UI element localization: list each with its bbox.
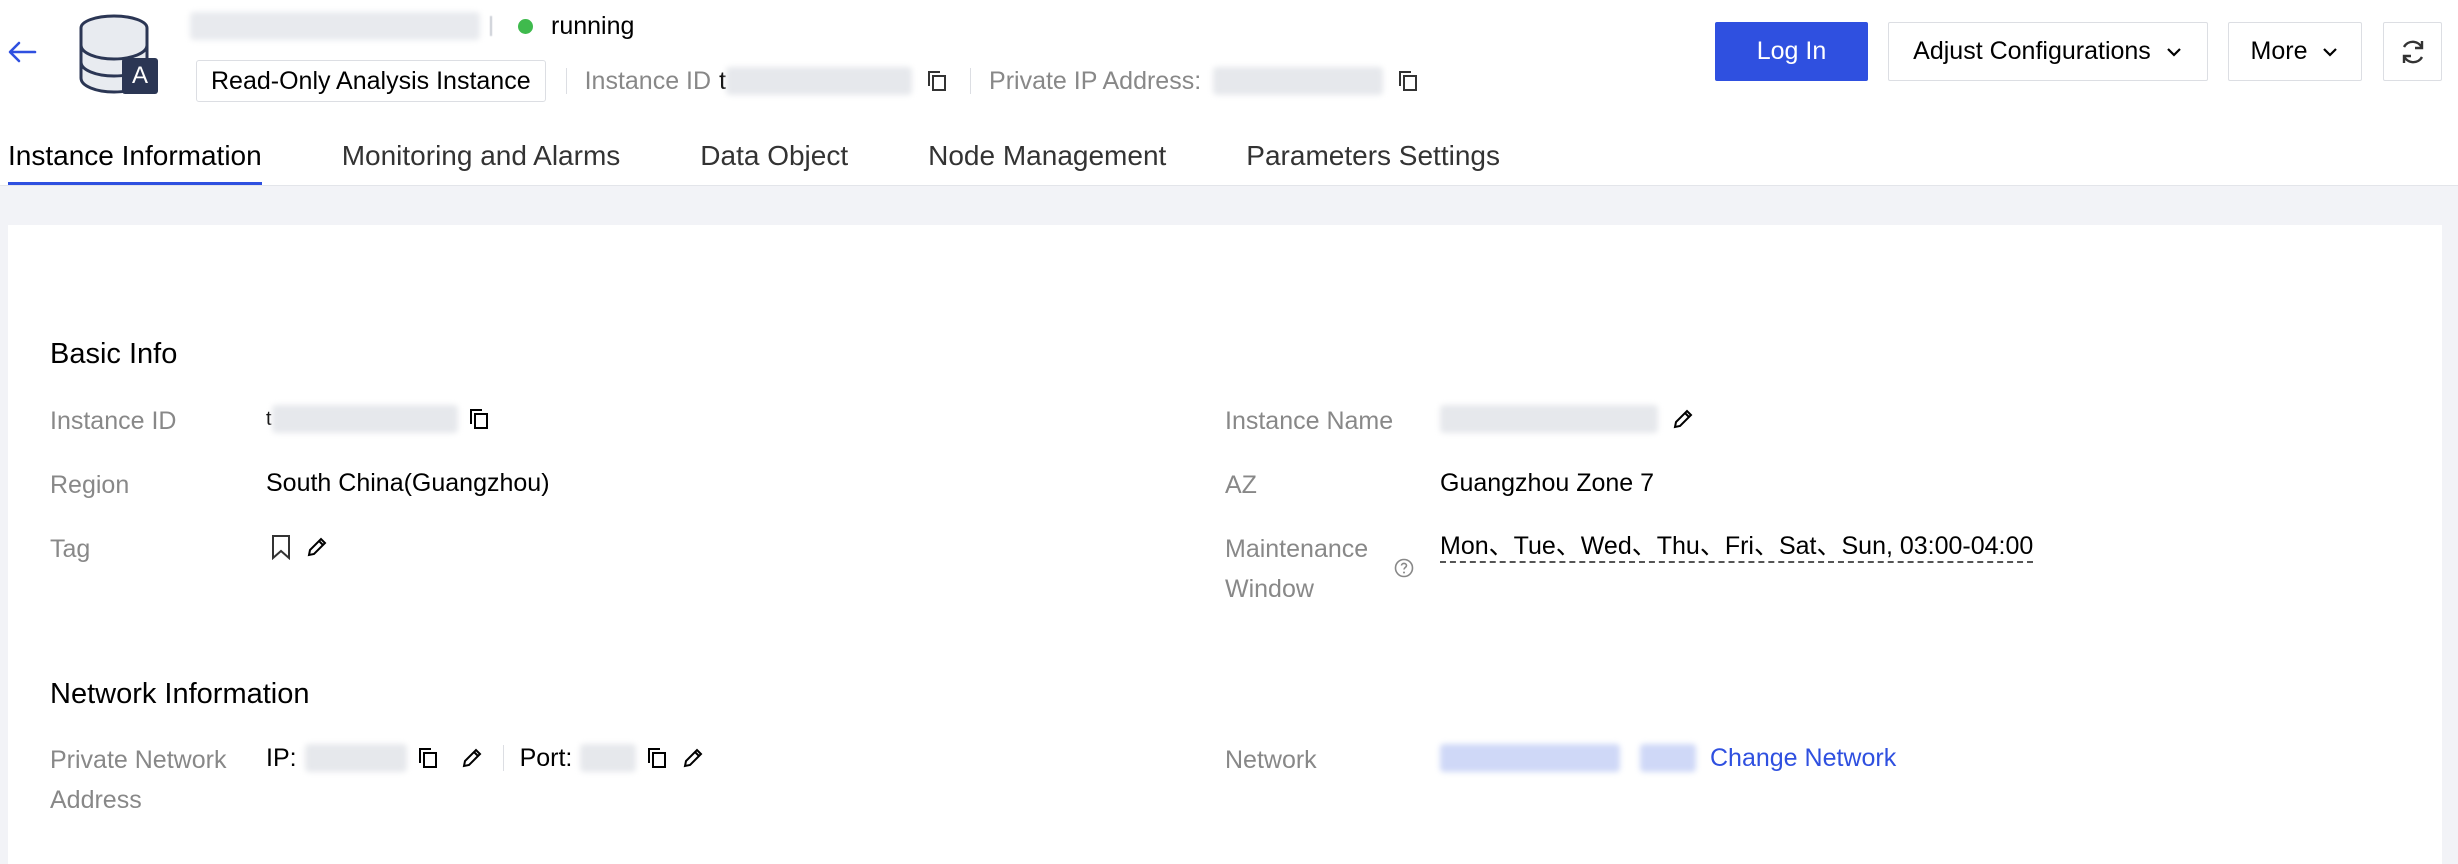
pencil-icon[interactable] — [1670, 406, 1696, 432]
tag-value — [270, 527, 330, 567]
ip-redacted — [304, 744, 407, 772]
instance-title-row: running — [190, 8, 634, 44]
chevron-down-icon — [2165, 46, 2183, 58]
ip-label: IP: — [266, 743, 297, 772]
copy-icon[interactable] — [1395, 68, 1421, 94]
divider — [502, 745, 504, 771]
copy-icon[interactable] — [415, 745, 441, 771]
network-info-title: Network Information — [50, 678, 310, 710]
maintenance-window-label: Maintenance Window — [1225, 529, 1368, 609]
instance-name-label: Instance Name — [1225, 407, 1394, 435]
network-label: Network — [1225, 746, 1317, 774]
tag-label: Tag — [50, 535, 91, 563]
bookmark-icon[interactable] — [270, 534, 292, 560]
status-dot — [518, 18, 533, 34]
port-redacted — [580, 744, 637, 772]
instance-name-redacted — [190, 12, 480, 40]
tab-label: Data Object — [700, 140, 849, 171]
database-icon: A — [78, 12, 160, 96]
instance-id-label: Instance ID — [50, 407, 177, 435]
tab-label: Node Management — [928, 140, 1167, 171]
maintenance-label-line2: Window — [1225, 575, 1314, 603]
question-circle-icon[interactable] — [1393, 557, 1415, 579]
tab-label: Instance Information — [8, 140, 262, 171]
maintenance-label-line1: Maintenance — [1225, 535, 1369, 563]
basic-info-title: Basic Info — [50, 338, 178, 370]
tab-parameters-settings[interactable]: Parameters Settings — [1246, 130, 1500, 186]
tab-label: Parameters Settings — [1246, 140, 1500, 171]
tab-data-object[interactable]: Data Object — [700, 130, 848, 186]
instance-meta-row: Read-Only Analysis Instance Instance ID … — [196, 60, 1421, 102]
instance-id-prefix: t — [719, 66, 727, 95]
tab-bar: Instance Information Monitoring and Alar… — [0, 130, 1500, 186]
page-header: A running Read-Only Analysis Instance In… — [0, 0, 2458, 186]
instance-type-badge: Read-Only Analysis Instance — [196, 60, 546, 102]
private-network-address-label: Private Network Address — [50, 740, 226, 820]
instance-id-label: Instance ID — [584, 66, 712, 95]
network-value: Change Network — [1440, 738, 1896, 778]
divider — [565, 68, 567, 94]
log-in-label: Log In — [1756, 37, 1827, 65]
private-address-label-line1: Private Network — [50, 746, 227, 774]
tab-label: Monitoring and Alarms — [341, 140, 621, 171]
copy-icon[interactable] — [466, 406, 492, 432]
logo-letter: A — [131, 62, 148, 89]
tab-monitoring-and-alarms[interactable]: Monitoring and Alarms — [342, 130, 621, 186]
pencil-icon[interactable] — [304, 534, 330, 560]
region-label: Region — [50, 471, 130, 499]
instance-id-redacted — [271, 405, 458, 433]
refresh-button[interactable] — [2383, 22, 2442, 81]
instance-id-redacted — [726, 67, 913, 95]
az-label: AZ — [1225, 471, 1257, 499]
instance-name-redacted — [1440, 405, 1658, 433]
instance-id-prefix: t — [266, 407, 272, 430]
adjust-configurations-dropdown[interactable]: Adjust Configurations — [1888, 22, 2208, 81]
copy-icon[interactable] — [924, 68, 950, 94]
tab-node-management[interactable]: Node Management — [928, 130, 1166, 186]
maintenance-window-text: Mon、Tue、Wed、Thu、Fri、Sat、Sun, 03:00-04:00 — [1440, 531, 2034, 563]
arrow-left-icon — [8, 41, 37, 63]
instance-id-value: t — [266, 399, 492, 439]
chevron-down-icon — [2321, 46, 2339, 58]
divider — [970, 68, 972, 94]
maintenance-window-value[interactable]: Mon、Tue、Wed、Thu、Fri、Sat、Sun, 03:00-04:00 — [1440, 527, 2034, 567]
log-in-button[interactable]: Log In — [1715, 22, 1868, 81]
name-edge-mark — [490, 16, 492, 36]
pencil-icon[interactable] — [459, 745, 485, 771]
change-network-link[interactable]: Change Network — [1710, 744, 1896, 773]
vpc-link-redacted[interactable] — [1440, 744, 1620, 772]
more-dropdown[interactable]: More — [2228, 22, 2362, 81]
region-value: South China(Guangzhou) — [266, 468, 550, 497]
instance-name-value — [1440, 399, 1696, 439]
private-address-label-line2: Address — [50, 786, 142, 814]
instance-information-card: Basic Info Instance ID t Region South Ch… — [8, 225, 2442, 864]
copy-icon[interactable] — [644, 745, 670, 771]
private-ip-redacted — [1213, 67, 1384, 95]
more-label: More — [2250, 37, 2308, 65]
az-value: Guangzhou Zone 7 — [1440, 468, 1655, 497]
pencil-icon[interactable] — [680, 745, 706, 771]
back-button[interactable] — [6, 36, 38, 68]
port-label: Port: — [519, 743, 573, 772]
private-ip-label: Private IP Address: — [989, 66, 1202, 95]
refresh-icon — [2402, 40, 2423, 63]
tab-instance-information[interactable]: Instance Information — [8, 130, 262, 186]
subnet-link-redacted[interactable] — [1640, 744, 1696, 772]
adjust-configurations-label: Adjust Configurations — [1913, 37, 2151, 65]
status-text: running — [551, 11, 635, 40]
private-network-address-value: IP: Port: — [266, 738, 706, 778]
